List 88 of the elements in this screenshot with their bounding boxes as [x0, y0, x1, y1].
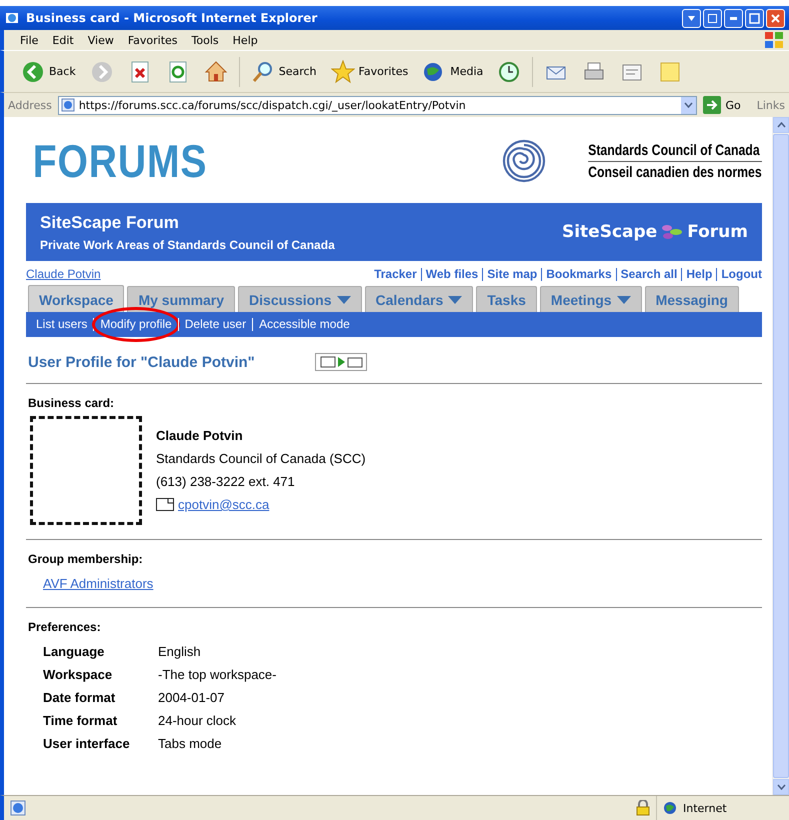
- nav-link[interactable]: Delete user: [178, 318, 252, 331]
- tab[interactable]: Tasks: [476, 286, 537, 312]
- back-button[interactable]: Back: [18, 58, 79, 86]
- menu-item[interactable]: File: [14, 32, 44, 48]
- header-link[interactable]: Web files: [420, 268, 482, 280]
- section-heading: Preferences:: [28, 620, 102, 634]
- tab[interactable]: Messaging: [644, 286, 739, 312]
- window-title: Business card - Microsoft Internet Explorer: [26, 11, 318, 25]
- tab[interactable]: My summary: [127, 286, 236, 312]
- header-link[interactable]: Help: [681, 268, 716, 280]
- nav-link[interactable]: Modify profile: [94, 318, 178, 331]
- restore-icon: [707, 12, 718, 24]
- windows-logo-icon: [763, 31, 785, 49]
- maximize-icon: [749, 12, 760, 24]
- address-field[interactable]: https://forums.scc.ca/forums/scc/dispatch.cgi/_user/lookatEntry/Potvin: [58, 96, 698, 114]
- note-icon: [658, 60, 682, 84]
- minimize-button[interactable]: [724, 8, 743, 28]
- organization-name: Standards Council of Canada: [588, 142, 762, 162]
- clock-icon: [497, 60, 522, 84]
- favorites-button[interactable]: Favorites: [328, 58, 412, 86]
- organization-name: Conseil canadien des normes: [588, 164, 762, 180]
- preference-value: English: [158, 644, 202, 659]
- site-subtitle: Private Work Areas of Standards Council of Canada: [40, 238, 335, 252]
- home-icon: [204, 60, 228, 84]
- page-icon: [60, 98, 75, 112]
- address-label: Address: [8, 98, 52, 112]
- links-button[interactable]: Links: [756, 98, 785, 112]
- minimize-icon: [730, 16, 737, 20]
- brand-name: SiteScape: [562, 222, 658, 242]
- preference-label: Language: [43, 644, 106, 659]
- search-icon: [250, 60, 275, 84]
- menu-item[interactable]: Edit: [46, 32, 80, 48]
- scrollbar[interactable]: [772, 117, 789, 795]
- page-icon: [10, 800, 26, 816]
- scroll-down-icon[interactable]: [776, 784, 786, 790]
- email-link[interactable]: cpotvin@scc.ca: [178, 497, 270, 512]
- header-link[interactable]: Tracker: [370, 268, 421, 280]
- dropdown-button[interactable]: [682, 8, 701, 28]
- close-icon: [770, 12, 781, 24]
- contact-name: Claude Potvin: [156, 428, 244, 443]
- group-link[interactable]: AVF Administrators: [43, 576, 154, 591]
- go-button[interactable]: Go: [703, 96, 741, 114]
- menu-item[interactable]: View: [82, 32, 120, 48]
- section-heading: Group membership:: [28, 552, 144, 566]
- header-link[interactable]: Search all: [616, 268, 682, 280]
- browser-icon: [4, 10, 20, 26]
- header-link[interactable]: Site map: [482, 268, 542, 280]
- star-icon: [330, 60, 355, 84]
- close-button[interactable]: [766, 8, 785, 28]
- preference-value: 2004-01-07: [158, 690, 226, 705]
- page-heading: User Profile for "Claude Potvin": [28, 354, 255, 370]
- spiral-logo-icon: [502, 139, 546, 183]
- card-icon: [156, 498, 174, 511]
- header-link[interactable]: Bookmarks: [541, 268, 616, 280]
- menu-item[interactable]: Favorites: [122, 32, 184, 48]
- contact-organization: Standards Council of Canada (SCC): [156, 451, 366, 466]
- menu-item[interactable]: Tools: [186, 32, 225, 48]
- user-link[interactable]: Claude Potvin: [26, 267, 101, 281]
- restore-button[interactable]: [703, 8, 722, 28]
- preference-label: Time format: [43, 713, 118, 728]
- tab[interactable]: Discussions: [238, 286, 362, 312]
- tab[interactable]: Workspace: [28, 285, 124, 312]
- globe-icon: [663, 801, 677, 815]
- tab[interactable]: Meetings: [540, 286, 642, 312]
- nav-link[interactable]: Accessible mode: [253, 318, 356, 331]
- preference-value: -The top workspace-: [158, 667, 276, 682]
- caret-icon[interactable]: [684, 102, 694, 108]
- nav-link[interactable]: List users: [30, 318, 94, 331]
- preference-value: Tabs mode: [158, 736, 223, 751]
- search-button[interactable]: Search: [248, 58, 320, 86]
- maximize-button[interactable]: [745, 8, 764, 28]
- header-link[interactable]: Logout: [716, 268, 762, 280]
- preference-label: Date format: [43, 690, 116, 705]
- media-button[interactable]: Media: [419, 58, 486, 86]
- preference-label: Workspace: [43, 667, 114, 682]
- lock-icon: [636, 800, 650, 816]
- tab[interactable]: Calendars: [364, 286, 474, 312]
- menu-item[interactable]: Help: [226, 32, 264, 48]
- scroll-up-icon[interactable]: [776, 122, 786, 128]
- security-zone: Internet: [683, 802, 727, 814]
- export-vcard-icon[interactable]: [314, 353, 367, 371]
- site-title: SiteScape Forum: [40, 212, 180, 232]
- preference-label: User interface: [43, 736, 131, 751]
- preference-value: 24-hour clock: [158, 713, 238, 728]
- section-heading: Business card:: [28, 396, 116, 410]
- forums-logo: FORUMS: [32, 134, 208, 188]
- contact-phone: (613) 238-3222 ext. 471: [156, 474, 296, 489]
- brand-name: Forum: [687, 222, 748, 242]
